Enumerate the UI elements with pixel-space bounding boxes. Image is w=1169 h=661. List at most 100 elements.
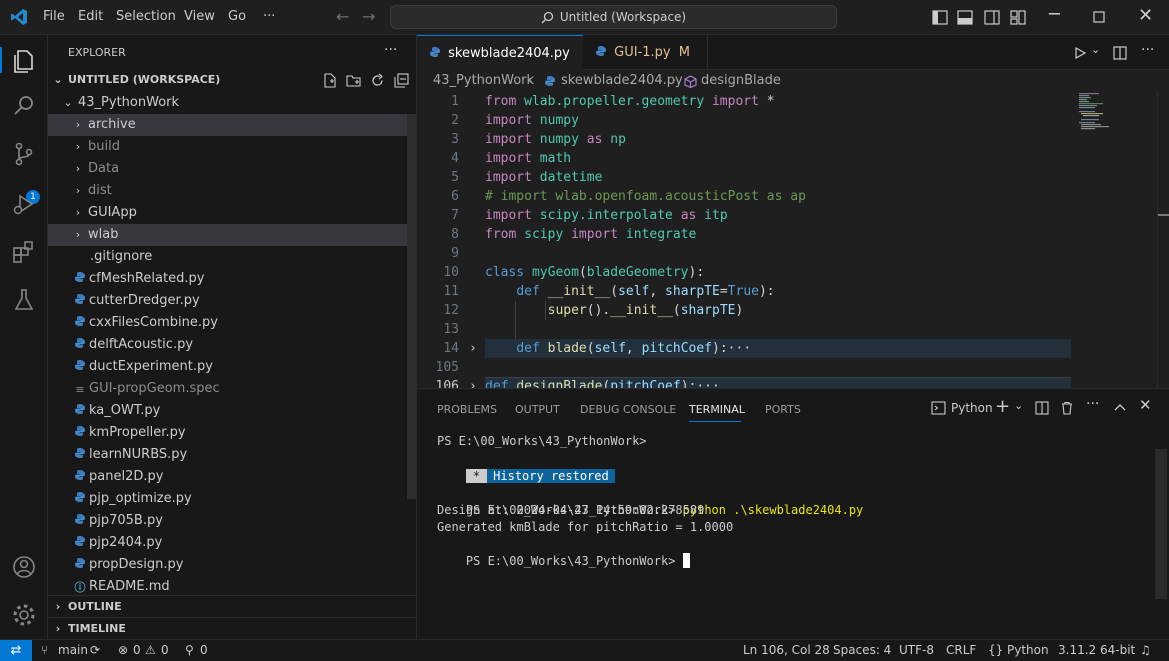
extensions-icon[interactable] (10, 238, 38, 266)
back-arrow-icon[interactable]: ← (336, 7, 349, 26)
toggle-panel-icon[interactable] (957, 10, 973, 25)
explorer-icon[interactable] (10, 46, 38, 74)
tree-file-py[interactable]: pjp_optimize.py (48, 488, 416, 510)
tab-ports[interactable]: PORTS (765, 403, 801, 416)
breadcrumb-folder[interactable]: 43_PythonWork (433, 70, 534, 92)
maximize-panel-chevron-up-icon[interactable] (1114, 402, 1126, 412)
menu-selection[interactable]: Selection (116, 9, 176, 24)
tree-file-py[interactable]: delftAcoustic.py (48, 334, 416, 356)
minimize-icon[interactable]: ─ (1049, 4, 1060, 25)
terminal-active-line[interactable]: PS E:\00_Works\43_PythonWork> (437, 536, 690, 568)
tree-file-py[interactable]: cfMeshRelated.py (48, 268, 416, 290)
tree-folder-guiapp[interactable]: › GUIApp (48, 202, 416, 224)
search-icon[interactable] (10, 92, 38, 120)
terminal-name[interactable]: Python (951, 401, 993, 415)
ports-count[interactable]: 0 (200, 643, 208, 657)
tab-gui-1[interactable]: GUI-1.py M (583, 35, 708, 70)
line-ending[interactable]: CRLF (946, 643, 976, 657)
tree-folder-wlab[interactable]: › wlab (48, 224, 416, 246)
branch-name[interactable]: main (58, 643, 88, 657)
tree-root-folder[interactable]: ⌄ 43_PythonWork (48, 92, 416, 114)
tree-file-py[interactable]: pjp705B.py (48, 510, 416, 532)
panel-more-icon[interactable]: ··· (1086, 396, 1099, 412)
editor-more-icon[interactable]: ··· (1141, 42, 1154, 58)
tree-folder-build[interactable]: › build (48, 136, 416, 158)
tree-file-py[interactable]: pjp2404.py (48, 532, 416, 554)
run-debug-icon[interactable] (10, 190, 38, 218)
indentation[interactable]: Spaces: 4 (833, 643, 891, 657)
tree-folder-archive[interactable]: › archive (48, 114, 416, 136)
language-mode[interactable]: Python (1007, 643, 1049, 657)
testing-flask-icon[interactable] (10, 286, 38, 314)
minimap[interactable] (1077, 92, 1157, 132)
encoding[interactable]: UTF-8 (899, 643, 934, 657)
toggle-secondary-sidebar-icon[interactable] (984, 10, 1000, 25)
refresh-icon[interactable] (370, 73, 385, 88)
split-editor-icon[interactable] (1113, 46, 1127, 60)
chevron-down-icon[interactable]: ⌄ (1014, 399, 1023, 412)
tab-terminal[interactable]: TERMINAL (689, 403, 745, 416)
tree-file-spec[interactable]: ≡ GUI-propGeom.spec (48, 378, 416, 400)
split-terminal-icon[interactable] (1035, 401, 1049, 415)
tree-file-py[interactable]: panel2D.py (48, 466, 416, 488)
tab-problems[interactable]: PROBLEMS (437, 403, 497, 416)
explorer-more-icon[interactable]: ··· (384, 42, 397, 58)
fold-chevron-icon[interactable]: › (469, 377, 477, 388)
menu-file[interactable]: File (43, 9, 65, 24)
tree-file-py[interactable]: learnNURBS.py (48, 444, 416, 466)
remote-indicator-icon[interactable]: ⇄ (0, 640, 32, 661)
forward-arrow-icon[interactable]: → (362, 7, 375, 26)
chevron-down-icon: ⌄ (63, 96, 73, 109)
tree-file-py[interactable]: cutterDredger.py (48, 290, 416, 312)
python-file-icon (430, 47, 440, 57)
collapse-all-icon[interactable] (394, 73, 409, 88)
sidebar-scrollbar[interactable] (407, 114, 416, 499)
outline-section[interactable]: › OUTLINE (48, 595, 416, 617)
toggle-primary-sidebar-icon[interactable] (932, 10, 948, 25)
tab-output[interactable]: OUTPUT (515, 403, 560, 416)
new-file-icon[interactable] (322, 73, 337, 88)
close-panel-icon[interactable]: ✕ (1139, 396, 1152, 414)
timeline-section[interactable]: › TIMELINE (48, 617, 416, 639)
tree-folder-data[interactable]: › Data (48, 158, 416, 180)
fold-chevron-icon[interactable]: › (469, 339, 477, 358)
new-folder-icon[interactable] (346, 73, 361, 88)
file-label: .gitignore (90, 249, 153, 264)
notifications-bell-icon[interactable]: ♫ (1140, 643, 1151, 657)
terminal-scrollbar[interactable] (1155, 449, 1167, 599)
manage-gear-icon[interactable] (10, 601, 38, 629)
python-interpreter[interactable]: 3.11.2 64-bit (1058, 643, 1135, 657)
chevron-right-icon: › (671, 73, 677, 88)
tree-file-py[interactable]: kmPropeller.py (48, 422, 416, 444)
menu-more[interactable]: ··· (263, 9, 275, 24)
tree-file-py[interactable]: cxxFilesCombine.py (48, 312, 416, 334)
tree-file-py[interactable]: propDesign.py (48, 554, 416, 576)
close-window-icon[interactable]: ✕ (1138, 5, 1153, 26)
trash-icon[interactable] (1060, 401, 1074, 415)
editor-scrollbar[interactable] (1157, 92, 1169, 388)
tab-skewblade2404[interactable]: skewblade2404.py × (417, 35, 583, 96)
source-control-icon[interactable] (10, 140, 38, 168)
tree-file-py[interactable]: ka_OWT.py (48, 400, 416, 422)
sync-icon[interactable]: ⟳ (90, 643, 100, 657)
warnings-count[interactable]: 0 (161, 643, 169, 657)
tree-folder-dist[interactable]: › dist (48, 180, 416, 202)
errors-count[interactable]: 0 (133, 643, 141, 657)
menu-view[interactable]: View (184, 9, 215, 24)
customize-layout-icon[interactable] (1010, 10, 1026, 25)
tree-file-py[interactable]: ductExperiment.py (48, 356, 416, 378)
menu-edit[interactable]: Edit (78, 9, 103, 24)
menu-go[interactable]: Go (228, 9, 246, 24)
accounts-icon[interactable] (10, 553, 38, 581)
code-editor[interactable]: 1 from wlab.propeller.geometry import * 2… (417, 92, 1169, 388)
command-center[interactable]: Untitled (Workspace) (390, 5, 837, 29)
tree-file-gitignore[interactable]: .gitignore (48, 246, 416, 268)
run-play-icon[interactable] (1073, 46, 1087, 60)
cursor-position[interactable]: Ln 106, Col 28 (743, 643, 830, 657)
maximize-icon[interactable] (1093, 11, 1105, 23)
tab-debug-console[interactable]: DEBUG CONSOLE (580, 403, 676, 416)
new-terminal-plus-icon[interactable]: + (995, 396, 1010, 417)
breadcrumb-file[interactable]: skewblade2404.py (561, 70, 683, 92)
chevron-down-icon[interactable]: ⌄ (1091, 43, 1100, 56)
breadcrumb-symbol[interactable]: designBlade (701, 70, 781, 92)
